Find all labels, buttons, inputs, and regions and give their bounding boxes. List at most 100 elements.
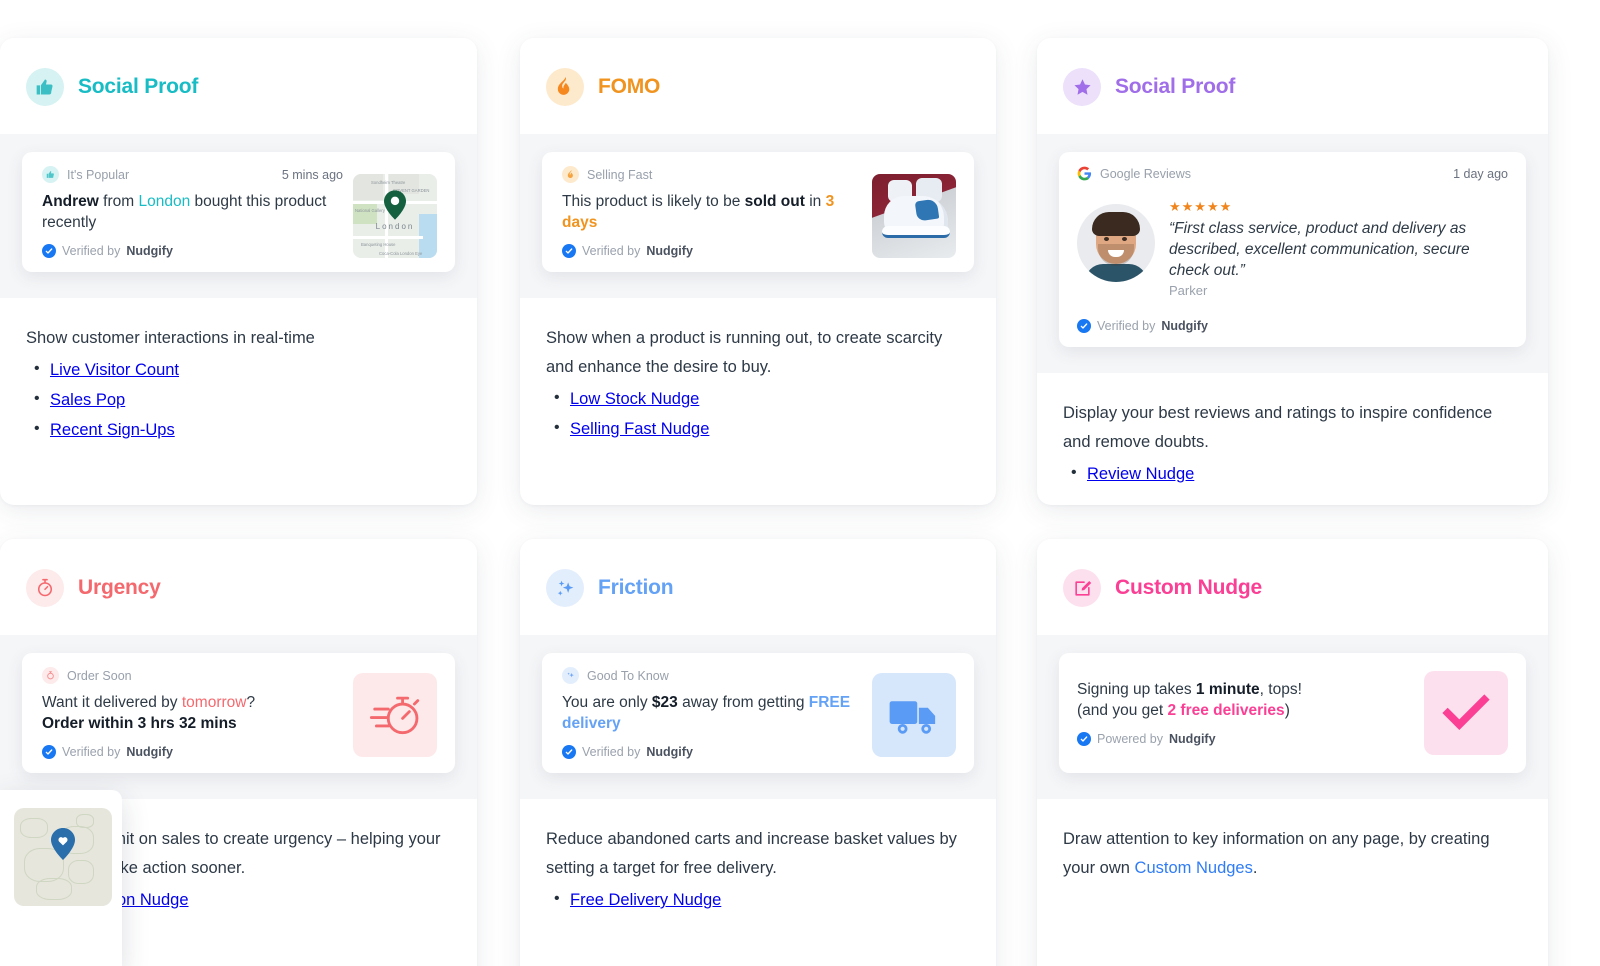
nudge-links-list: Low Stock Nudge Selling Fast Nudge	[546, 383, 970, 444]
nudge-msg-bold: sold out	[744, 193, 805, 210]
verified-brand: Nudgify	[646, 745, 693, 760]
nudge-msg-part: away from getting	[677, 694, 809, 711]
nudge-popup[interactable]: Google Reviews 1 day ago ★★★★★ “First cl…	[1059, 152, 1526, 348]
card-description: Draw attention to key information on any…	[1037, 799, 1548, 966]
verified-badge: Verified by Nudgify	[562, 745, 862, 760]
description-part: Draw attention to key information on any…	[1063, 830, 1490, 877]
nudge-content: Good To Know You are only $23 away from …	[562, 667, 862, 760]
link-selling-fast-nudge[interactable]: Selling Fast Nudge	[570, 420, 709, 438]
verified-badge: Verified by Nudgify	[42, 745, 343, 760]
list-item[interactable]: Low Stock Nudge	[546, 383, 970, 414]
review-quote: “First class service, product and delive…	[1169, 220, 1470, 280]
heart-location-pin-icon	[51, 828, 75, 865]
list-item[interactable]: Live Visitor Count	[26, 354, 451, 385]
nudge-content: Signing up takes 1 minute, tops! (and yo…	[1077, 680, 1414, 747]
nudge-tag-label: Google Reviews	[1100, 166, 1192, 181]
review-body: ★★★★★ “First class service, product and …	[1077, 200, 1508, 298]
card-social-proof-reviews[interactable]: Social Proof Google Reviews 1 day ago ★★…	[1037, 38, 1548, 505]
nudge-preview-band: Good To Know You are only $23 away from …	[520, 635, 996, 800]
delivery-truck-tile	[872, 673, 956, 757]
card-custom-nudge[interactable]: Custom Nudge Signing up takes 1 minute, …	[1037, 539, 1548, 966]
description-text: Display your best reviews and ratings to…	[1063, 404, 1493, 452]
check-icon	[1077, 732, 1091, 747]
link-review-nudge[interactable]: Review Nudge	[1087, 465, 1194, 483]
nudge-message: This product is likely to be sold out in…	[562, 192, 862, 233]
verified-prefix: Verified by	[582, 244, 641, 259]
check-icon	[562, 745, 576, 760]
nudge-msg-part: You are only	[562, 694, 652, 711]
link-low-stock-nudge[interactable]: Low Stock Nudge	[570, 390, 699, 408]
nudge-popup[interactable]: It's Popular 5 mins ago Andrew from Lond…	[22, 152, 455, 273]
link-recent-sign-ups[interactable]: Recent Sign-Ups	[50, 421, 175, 439]
star-icon	[1063, 68, 1101, 106]
list-item[interactable]: Recent Sign-Ups	[26, 414, 451, 445]
nudge-content: Selling Fast This product is likely to b…	[562, 166, 862, 259]
nudge-msg-bold: Order within 3 hrs 32 mins	[42, 714, 237, 732]
verified-prefix: Verified by	[62, 244, 121, 259]
nudge-message: You are only $23 away from getting FREE …	[562, 693, 862, 734]
google-icon	[1077, 166, 1092, 181]
verified-brand: Nudgify	[1169, 732, 1216, 747]
nudge-tag: Order Soon	[42, 667, 132, 684]
nudge-header: Order Soon	[42, 667, 343, 684]
description-text: Show customer interactions in real-time	[26, 329, 315, 348]
nudge-links-list: Free Delivery Nudge	[546, 884, 970, 915]
list-item[interactable]: Review Nudge	[1063, 458, 1522, 489]
nudge-message: Andrew from London bought this product r…	[42, 192, 343, 233]
nudge-header: Good To Know	[562, 667, 862, 684]
card-friction[interactable]: Friction Good To Know You are only $23 a…	[520, 539, 996, 966]
check-icon	[562, 244, 576, 259]
nudge-msg-part: ?	[246, 694, 256, 711]
nudge-header: Selling Fast	[562, 166, 862, 183]
nudge-preview-band: Signing up takes 1 minute, tops! (and yo…	[1037, 635, 1548, 799]
avatar	[1077, 204, 1155, 282]
link-custom-nudges[interactable]: Custom Nudges	[1135, 859, 1253, 877]
nudge-popup[interactable]: Selling Fast This product is likely to b…	[542, 152, 974, 273]
sparkles-icon	[546, 569, 584, 607]
link-sales-pop[interactable]: Sales Pop	[50, 391, 125, 409]
verified-brand: Nudgify	[1161, 319, 1208, 334]
description-text: Reduce abandoned carts and increase bask…	[546, 830, 957, 878]
stopwatch-tile	[353, 673, 437, 757]
description-text: Draw attention to key information on any…	[1063, 825, 1522, 883]
card-social-proof-live[interactable]: Social Proof It's Popular 5 mins ago And…	[0, 38, 477, 505]
nudge-msg-part: (and you get	[1077, 701, 1168, 719]
cards-grid: Social Proof It's Popular 5 mins ago And…	[0, 0, 1600, 966]
card-header: Urgency	[0, 539, 477, 635]
nudge-msg-bold: 1 minute	[1195, 680, 1260, 698]
nudge-header: It's Popular 5 mins ago	[42, 166, 343, 183]
nudge-message: Want it delivered by tomorrow? Order wit…	[42, 693, 343, 734]
card-header: Social Proof	[0, 38, 477, 134]
nudge-msg-accent: tomorrow	[181, 694, 247, 711]
nudge-popup[interactable]: Signing up takes 1 minute, tops! (and yo…	[1059, 653, 1526, 773]
verified-prefix: Verified by	[1097, 319, 1156, 334]
map-london-thumb: Sondheim Theatre COVENT GARDEN National …	[353, 174, 437, 258]
nudge-tag: Selling Fast	[562, 166, 652, 183]
nudge-timestamp: 5 mins ago	[281, 167, 343, 182]
nudge-message: Signing up takes 1 minute, tops! (and yo…	[1077, 680, 1414, 721]
list-item[interactable]: Sales Pop	[26, 384, 451, 415]
check-icon	[1077, 319, 1091, 334]
thumbs-up-icon	[42, 166, 59, 183]
card-title: Urgency	[78, 576, 161, 599]
nudge-popup[interactable]: Good To Know You are only $23 away from …	[542, 653, 974, 774]
nudge-tag: Google Reviews	[1077, 166, 1191, 181]
nudge-preview-band: It's Popular 5 mins ago Andrew from Lond…	[0, 134, 477, 299]
link-free-delivery-nudge[interactable]: Free Delivery Nudge	[570, 891, 721, 909]
verified-badge: Powered by Nudgify	[1077, 732, 1414, 747]
flame-icon	[562, 166, 579, 183]
link-live-visitor-count[interactable]: Live Visitor Count	[50, 361, 179, 379]
card-fomo[interactable]: FOMO Selling Fast This product is likely…	[520, 38, 996, 505]
nudge-tag: It's Popular	[42, 166, 129, 183]
nudge-popup[interactable]: Order Soon Want it delivered by tomorrow…	[22, 653, 455, 774]
nudge-content: It's Popular 5 mins ago Andrew from Lond…	[42, 166, 343, 259]
nudge-msg-part: in	[804, 193, 826, 210]
card-description: Display your best reviews and ratings to…	[1037, 373, 1548, 505]
thumbs-up-icon	[26, 68, 64, 106]
list-item[interactable]: Selling Fast Nudge	[546, 413, 970, 444]
nudge-links-list: Live Visitor Count Sales Pop Recent Sign…	[26, 354, 451, 445]
location-map-popup[interactable]	[0, 790, 122, 966]
list-item[interactable]: Free Delivery Nudge	[546, 884, 970, 915]
check-icon	[42, 244, 56, 259]
card-header: Social Proof	[1037, 38, 1548, 134]
